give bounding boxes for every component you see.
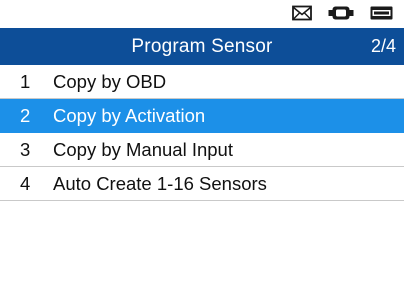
menu-item-label: Copy by OBD (53, 71, 167, 92)
menu-item-number: 4 (20, 173, 31, 194)
envelope-icon (292, 5, 312, 21)
device-screen: Program Sensor 2/4 1 Copy by OBD 2 Copy … (0, 0, 404, 305)
vehicle-link-icon (328, 5, 354, 21)
menu-item-copy-by-obd[interactable]: 1 Copy by OBD (0, 65, 404, 99)
menu-item-number: 3 (20, 139, 31, 160)
battery-icon (370, 6, 394, 20)
status-bar (0, 0, 404, 28)
menu-item-number: 1 (20, 71, 31, 92)
menu-item-label: Copy by Activation (53, 105, 206, 126)
title-bar: Program Sensor 2/4 (0, 28, 404, 65)
menu-item-number: 2 (20, 105, 31, 126)
menu-item-label: Copy by Manual Input (53, 139, 233, 160)
status-icons (292, 5, 394, 21)
menu-item-auto-create-sensors[interactable]: 4 Auto Create 1-16 Sensors (0, 167, 404, 201)
menu-item-copy-by-manual-input[interactable]: 3 Copy by Manual Input (0, 133, 404, 167)
menu-item-copy-by-activation[interactable]: 2 Copy by Activation (0, 99, 404, 133)
menu-list: 1 Copy by OBD 2 Copy by Activation 3 Cop… (0, 65, 404, 201)
page-title: Program Sensor (131, 36, 273, 57)
page-indicator: 2/4 (370, 36, 396, 56)
menu-item-label: Auto Create 1-16 Sensors (53, 173, 267, 194)
